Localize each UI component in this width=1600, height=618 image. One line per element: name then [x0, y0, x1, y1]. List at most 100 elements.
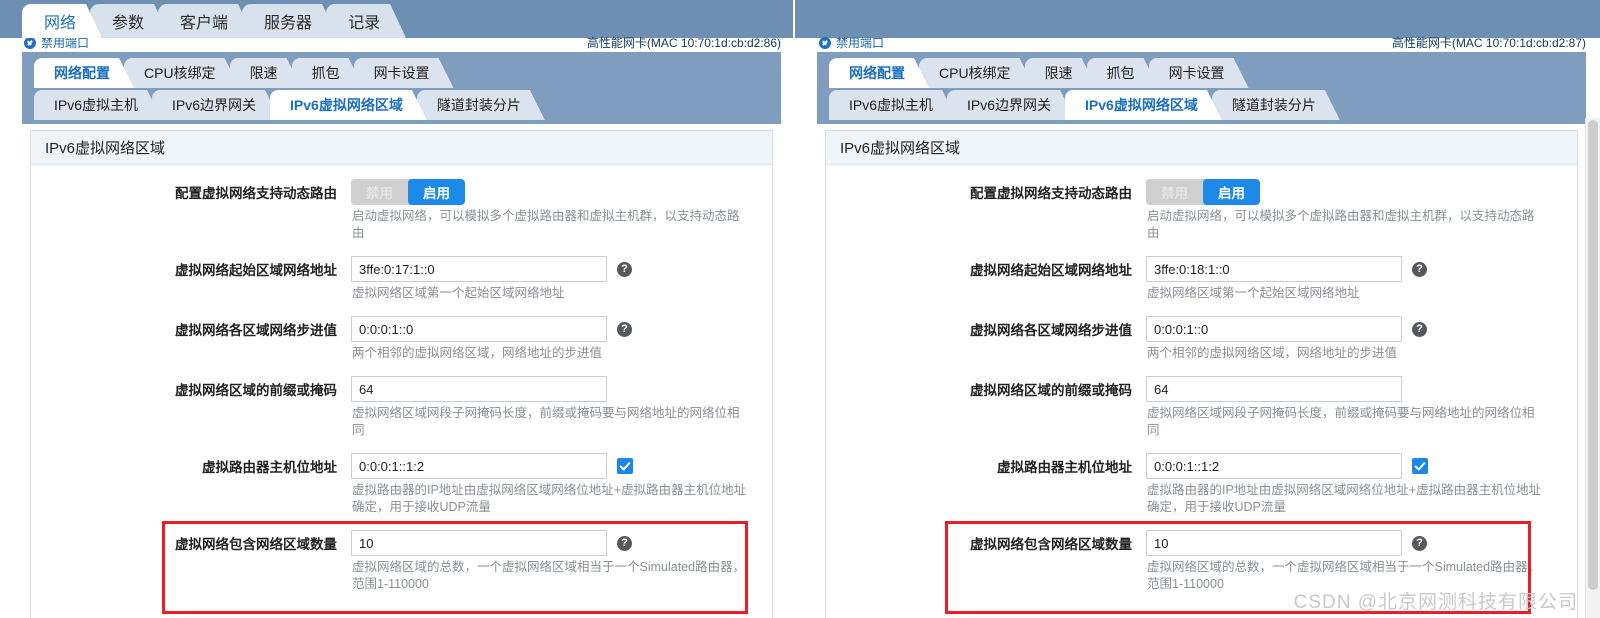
row-step-value: 虚拟网络各区域网络步进值 ? 两个相邻的虚拟网络区域，网络地址的步进值	[826, 316, 1577, 362]
sub-tab-label: IPv6边界网关	[172, 97, 257, 113]
sub-tab-capture[interactable]: 抓包	[292, 58, 364, 88]
sub-tab-bar-left: 网络配置 CPU核绑定 限速 抓包 网卡设置 IPv6虚拟主机 IPv6边界网关…	[22, 52, 781, 124]
sub-tab-label: 抓包	[311, 65, 340, 81]
row-hint: 虚拟网络区域第一个起始区域网络地址	[352, 286, 565, 300]
sub-tab-label: IPv6边界网关	[967, 97, 1052, 113]
toggle-option-enable[interactable]: 启用	[1203, 179, 1260, 205]
sub-tab-cpu-binding[interactable]: CPU核绑定	[124, 58, 240, 88]
question-mark-icon[interactable]: ?	[1412, 535, 1427, 551]
status-line-left: 禁用端口 高性能网卡(MAC 10:70:1d:cb:d2:86)	[0, 32, 795, 52]
row-hint: 虚拟网络区域第一个起始区域网络地址	[1147, 286, 1360, 300]
sub-tabs-row1: 网络配置 CPU核绑定 限速 抓包 网卡设置	[829, 56, 1239, 88]
sub-tabs-row2: IPv6虚拟主机 IPv6边界网关 IPv6虚拟网络区域 隧道封装分片	[829, 88, 1330, 120]
left-panel: 网络 参数 客户端 服务器 记录 禁用端口 高性能网卡(MAC 10:70:1d…	[0, 0, 795, 618]
sub-tab-label: IPv6虚拟主机	[849, 97, 934, 113]
sub-tab-cpu-binding[interactable]: CPU核绑定	[919, 58, 1035, 88]
step-value-input[interactable]	[1146, 316, 1402, 342]
nic-mac-label: 高性能网卡(MAC 10:70:1d:cb:d2:86)	[586, 36, 781, 50]
card-body: 配置虚拟网络支持动态路由 禁用 启用 启动虚拟网络，可以模拟多个虚拟路由器和虚拟…	[826, 165, 1577, 593]
card-title: IPv6虚拟网络区域	[826, 131, 1577, 165]
start-zone-address-input[interactable]	[351, 256, 607, 282]
zone-count-input[interactable]	[1146, 530, 1402, 556]
sub-tab-tunnel-fragmentation[interactable]: 隧道封装分片	[417, 90, 545, 120]
sub-tab-ipv6-virtual-host[interactable]: IPv6虚拟主机	[34, 90, 162, 120]
row-label: 配置虚拟网络支持动态路由	[175, 186, 337, 201]
sub-tab-label: CPU核绑定	[144, 65, 216, 81]
sub-tabs-row2: IPv6虚拟主机 IPv6边界网关 IPv6虚拟网络区域 隧道封装分片	[34, 88, 535, 120]
row-dynamic-route: 配置虚拟网络支持动态路由 禁用 启用 启动虚拟网络，可以模拟多个虚拟路由器和虚拟…	[31, 179, 772, 242]
sub-tab-ipv6-virtual-network-zone[interactable]: IPv6虚拟网络区域	[270, 90, 427, 120]
router-host-address-input[interactable]	[351, 453, 607, 479]
screenshot-root: 网络 参数 客户端 服务器 记录 禁用端口 高性能网卡(MAC 10:70:1d…	[0, 0, 1600, 618]
row-step-value: 虚拟网络各区域网络步进值 ? 两个相邻的虚拟网络区域，网络地址的步进值	[31, 316, 772, 362]
checked-checkbox-icon[interactable]	[1412, 458, 1428, 474]
toggle-option-enable[interactable]: 启用	[408, 179, 465, 205]
question-mark-icon[interactable]: ?	[1412, 321, 1427, 337]
main-tab-label: 网络	[44, 15, 77, 32]
sub-tab-nic-settings[interactable]: 网卡设置	[1149, 58, 1249, 88]
scrollbar-thumb[interactable]	[1588, 120, 1598, 590]
checked-checkbox-icon[interactable]	[617, 458, 633, 474]
row-router-host-address: 虚拟路由器主机位地址 虚拟路由器的IP地址由虚拟网络区域网络位地址+虚拟路由器主…	[31, 453, 772, 516]
config-card-right: IPv6虚拟网络区域 配置虚拟网络支持动态路由 禁用 启用 启动虚拟网络，可以模…	[825, 130, 1578, 618]
sub-tab-ipv6-border-gateway[interactable]: IPv6边界网关	[152, 90, 280, 120]
card-body: 配置虚拟网络支持动态路由 禁用 启用 启动虚拟网络，可以模拟多个虚拟路由器和虚拟…	[31, 165, 772, 593]
router-host-address-input[interactable]	[1146, 453, 1402, 479]
card-title: IPv6虚拟网络区域	[31, 131, 772, 165]
prefix-mask-input[interactable]	[351, 376, 607, 402]
question-mark-icon[interactable]: ?	[617, 261, 632, 277]
panel-divider	[793, 0, 795, 618]
status-line-right: 禁用端口 高性能网卡(MAC 10:70:1d:cb:d2:87)	[795, 32, 1600, 52]
step-value-input[interactable]	[351, 316, 607, 342]
row-hint: 虚拟路由器的IP地址由虚拟网络区域网络位地址+虚拟路由器主机位地址确定，用于接收…	[1147, 483, 1542, 514]
sub-tab-label: 网络配置	[849, 65, 905, 81]
sub-tab-capture[interactable]: 抓包	[1087, 58, 1159, 88]
sub-tabs-row1: 网络配置 CPU核绑定 限速 抓包 网卡设置	[34, 56, 444, 88]
sub-tab-network-config[interactable]: 网络配置	[34, 58, 134, 88]
main-tab-label: 记录	[348, 15, 381, 32]
toggle-option-disable[interactable]: 禁用	[1146, 179, 1203, 205]
sub-tab-label: IPv6虚拟网络区域	[290, 97, 403, 113]
sub-tab-label: CPU核绑定	[939, 65, 1011, 81]
row-label: 虚拟网络包含网络区域数量	[175, 537, 337, 552]
sub-tab-label: 网卡设置	[373, 65, 430, 81]
question-mark-icon[interactable]: ?	[617, 535, 632, 551]
sub-tab-label: 网卡设置	[1168, 65, 1225, 81]
disable-port-status[interactable]: 禁用端口	[819, 34, 884, 51]
row-hint: 虚拟路由器的IP地址由虚拟网络区域网络位地址+虚拟路由器主机位地址确定，用于接收…	[352, 483, 747, 514]
question-mark-icon[interactable]: ?	[617, 321, 632, 337]
sub-tab-label: 抓包	[1106, 65, 1135, 81]
main-tab-label: 服务器	[264, 15, 313, 32]
sub-tab-bar-right: 网络配置 CPU核绑定 限速 抓包 网卡设置 IPv6虚拟主机 IPv6边界网关…	[817, 52, 1586, 124]
sub-tab-label: IPv6虚拟网络区域	[1085, 97, 1198, 113]
sub-tab-rate-limit[interactable]: 限速	[230, 58, 302, 88]
row-hint: 启动虚拟网络，可以模拟多个虚拟路由器和虚拟主机群，以支持动态路由	[352, 209, 740, 240]
row-start-zone-address: 虚拟网络起始区域网络地址 ? 虚拟网络区域第一个起始区域网络地址	[826, 256, 1577, 302]
zone-count-input[interactable]	[351, 530, 607, 556]
row-start-zone-address: 虚拟网络起始区域网络地址 ? 虚拟网络区域第一个起始区域网络地址	[31, 256, 772, 302]
sub-tab-ipv6-virtual-host[interactable]: IPv6虚拟主机	[829, 90, 957, 120]
check-circle-icon	[24, 36, 36, 49]
main-tab-network[interactable]: 网络	[22, 4, 102, 38]
watermark: CSDN @北京网测科技有限公司	[1293, 592, 1578, 613]
sub-tab-ipv6-border-gateway[interactable]: IPv6边界网关	[947, 90, 1075, 120]
start-zone-address-input[interactable]	[1146, 256, 1402, 282]
row-label: 虚拟网络区域的前缀或掩码	[970, 383, 1132, 398]
row-label: 配置虚拟网络支持动态路由	[970, 186, 1132, 201]
sub-tab-nic-settings[interactable]: 网卡设置	[354, 58, 454, 88]
dynamic-route-toggle[interactable]: 禁用 启用	[1146, 179, 1260, 205]
row-label: 虚拟网络起始区域网络地址	[970, 263, 1132, 278]
vertical-scrollbar[interactable]	[1585, 118, 1600, 618]
sub-tab-network-config[interactable]: 网络配置	[829, 58, 929, 88]
dynamic-route-toggle[interactable]: 禁用 启用	[351, 179, 465, 205]
sub-tab-rate-limit[interactable]: 限速	[1025, 58, 1097, 88]
sub-tab-label: IPv6虚拟主机	[54, 97, 139, 113]
row-label: 虚拟路由器主机位地址	[997, 460, 1132, 475]
prefix-mask-input[interactable]	[1146, 376, 1402, 402]
sub-tab-tunnel-fragmentation[interactable]: 隧道封装分片	[1212, 90, 1340, 120]
sub-tab-label: 限速	[249, 65, 278, 81]
sub-tab-ipv6-virtual-network-zone[interactable]: IPv6虚拟网络区域	[1065, 90, 1222, 120]
row-label: 虚拟网络各区域网络步进值	[970, 323, 1132, 338]
toggle-option-disable[interactable]: 禁用	[351, 179, 408, 205]
question-mark-icon[interactable]: ?	[1412, 261, 1427, 277]
